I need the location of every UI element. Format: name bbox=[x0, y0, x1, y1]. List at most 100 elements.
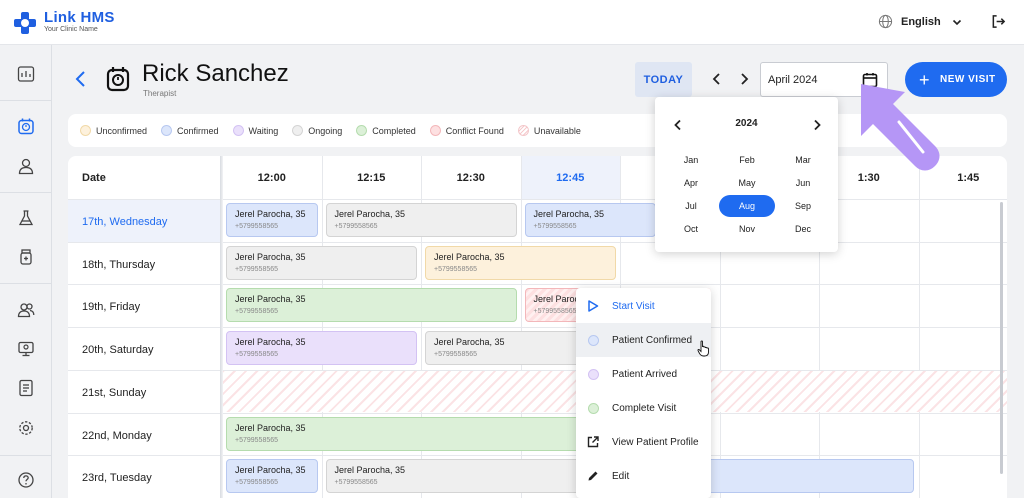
vertical-scrollbar[interactable] bbox=[1000, 202, 1003, 474]
legend-item: Ongoing bbox=[292, 125, 342, 136]
sidebar bbox=[0, 45, 52, 498]
context-menu-item[interactable]: Start Visit bbox=[576, 289, 711, 323]
next-period-button[interactable] bbox=[738, 72, 750, 91]
appointment-card[interactable]: Jerel Parocha, 35 +5799558565 bbox=[425, 245, 616, 280]
logo-cross-icon bbox=[14, 12, 36, 34]
month-date-value: April 2024 bbox=[768, 74, 818, 86]
appointment-patient-name: Jerel Parocha, 35 bbox=[235, 209, 306, 219]
context-menu-item[interactable]: Patient Arrived bbox=[576, 357, 711, 391]
language-selector[interactable]: English bbox=[878, 14, 971, 29]
previous-period-button[interactable] bbox=[711, 72, 723, 91]
month-option[interactable]: Jul bbox=[663, 195, 719, 217]
appointment-patient-name: Jerel Parocha, 35 bbox=[334, 465, 406, 476]
chevron-left-icon bbox=[712, 73, 720, 85]
time-column-header: 12:45 bbox=[556, 171, 585, 184]
month-option[interactable]: Mar bbox=[775, 149, 831, 171]
month-option[interactable]: Apr bbox=[663, 172, 719, 194]
date-row-label[interactable]: 19th, Friday bbox=[68, 284, 222, 327]
appointment-patient-name: Jerel Parocha, 35 bbox=[434, 251, 505, 262]
date-row-label[interactable]: 23rd, Tuesday bbox=[68, 455, 222, 498]
context-menu-item[interactable]: Patient Confirmed bbox=[576, 323, 711, 357]
date-row-label[interactable]: 18th, Thursday bbox=[68, 241, 222, 285]
appointment-card[interactable]: Jerel Parocha, 35 +5799558565 bbox=[524, 203, 656, 237]
legend-label: Unconfirmed bbox=[96, 125, 148, 136]
context-menu-item[interactable]: Edit bbox=[576, 459, 711, 493]
chevron-down-icon bbox=[952, 19, 961, 25]
sidebar-settings-icon[interactable] bbox=[16, 418, 36, 438]
legend-label: Conflict Found bbox=[445, 125, 504, 136]
appointment-phone: +5799558565 bbox=[235, 436, 279, 444]
appointment-context-menu: Start Visit Patient Confirmed Patient Arri… bbox=[576, 288, 711, 498]
legend-dot-icon bbox=[80, 125, 91, 136]
legend-item: Completed bbox=[356, 125, 416, 136]
sidebar-medicine-icon[interactable] bbox=[16, 247, 36, 267]
appointment-card[interactable]: Jerel Parocha, 35 +5799558565 bbox=[226, 331, 417, 366]
month-option[interactable]: Jun bbox=[775, 172, 831, 194]
appointment-patient-name: Jerel Parocha, 35 bbox=[235, 465, 306, 476]
date-row-label[interactable]: 22nd, Monday bbox=[68, 412, 222, 456]
context-menu-label: Patient Confirmed bbox=[612, 334, 693, 346]
appointment-card[interactable]: Jerel Parocha, 35 +5799558565 bbox=[325, 203, 517, 237]
legend-label: Confirmed bbox=[177, 125, 219, 136]
appointment-card[interactable]: Jerel Parocha, 35 +5799558565 bbox=[226, 203, 318, 237]
logout-icon bbox=[992, 15, 1006, 28]
appointment-card[interactable]: Jerel Parocha, 35 +5799558565 bbox=[226, 459, 318, 494]
legend-label: Completed bbox=[372, 125, 416, 136]
language-label: English bbox=[901, 15, 941, 28]
today-button[interactable]: TODAY bbox=[635, 62, 692, 97]
back-button[interactable] bbox=[73, 70, 89, 93]
month-option[interactable]: Sep bbox=[775, 195, 831, 217]
sidebar-help-icon[interactable] bbox=[16, 470, 36, 490]
schedule-icon bbox=[106, 66, 130, 97]
appointment-card[interactable]: Jerel Parocha, 35 +5799558565 bbox=[325, 459, 616, 494]
sidebar-lab-icon[interactable] bbox=[16, 208, 36, 228]
month-picker: 2024 Jan Feb Mar Apr May Jun Jul Aug Sep Oct Nov De… bbox=[655, 97, 838, 252]
date-row-label[interactable]: 17th, Wednesday bbox=[68, 199, 222, 242]
time-column-header: 12:15 bbox=[357, 171, 386, 184]
appointment-card[interactable]: Jerel Parocha, 35 +5799558565 bbox=[226, 245, 417, 280]
appointment-phone: +5799558565 bbox=[235, 308, 279, 316]
appointment-patient-name: Jerel Parocha, 35 bbox=[235, 294, 306, 305]
time-column-header: 12:30 bbox=[456, 171, 485, 184]
app-logo[interactable]: Link HMS Your Clinic Name bbox=[14, 9, 115, 34]
next-year-button[interactable] bbox=[812, 118, 822, 136]
month-option[interactable]: May bbox=[719, 172, 775, 194]
hand-cursor-icon bbox=[697, 340, 711, 362]
logout-button[interactable] bbox=[991, 14, 1006, 34]
sidebar-monitor-icon[interactable] bbox=[16, 339, 36, 359]
appointment-card[interactable]: Jerel Parocha, 35 +5799558565 bbox=[226, 416, 616, 451]
date-row-label[interactable]: 21st, Sunday bbox=[68, 369, 222, 413]
page-title: Rick Sanchez bbox=[142, 60, 289, 87]
appointment-phone: +5799558565 bbox=[235, 223, 279, 230]
context-menu-item[interactable]: Complete Visit bbox=[576, 391, 711, 425]
appointment-card[interactable]: Jerel Parocha, 35 +5799558565 bbox=[226, 288, 517, 323]
context-menu-item[interactable]: View Patient Profile bbox=[576, 425, 711, 459]
chevron-right-icon bbox=[814, 119, 821, 131]
sidebar-reports-icon[interactable] bbox=[16, 378, 36, 398]
sidebar-dashboard-icon[interactable] bbox=[16, 64, 36, 84]
month-option[interactable]: Dec bbox=[775, 218, 831, 240]
sidebar-user-icon[interactable] bbox=[16, 156, 36, 176]
sidebar-patients-icon[interactable] bbox=[16, 300, 36, 320]
legend-dot-icon bbox=[517, 125, 529, 136]
month-option[interactable]: Feb bbox=[719, 149, 775, 171]
appointment-phone: +5799558565 bbox=[334, 479, 378, 487]
context-menu-label: Complete Visit bbox=[612, 402, 677, 414]
legend-dot-icon bbox=[429, 125, 441, 136]
complete-dot-icon bbox=[587, 402, 599, 414]
sidebar-schedule-icon[interactable] bbox=[16, 116, 36, 136]
month-option[interactable]: Jan bbox=[663, 149, 719, 171]
legend-item: Unconfirmed bbox=[80, 125, 147, 136]
month-option[interactable]: Oct bbox=[663, 218, 719, 240]
date-row-label[interactable]: 20th, Saturday bbox=[68, 327, 222, 370]
month-option[interactable]: Nov bbox=[719, 218, 775, 240]
picker-year: 2024 bbox=[735, 118, 758, 129]
page-subtitle: Therapist bbox=[143, 89, 177, 98]
appointment-phone: +5799558565 bbox=[235, 479, 279, 487]
context-menu-label: Start Visit bbox=[612, 300, 655, 312]
appointment-phone: +5799558565 bbox=[533, 223, 577, 230]
month-option[interactable]: Aug bbox=[719, 195, 775, 217]
appointment-patient-name: Jerel Parocha, 35 bbox=[235, 422, 306, 433]
appointment-phone: +5799558565 bbox=[334, 223, 378, 230]
appointment-patient-name: Jerel Parocha, 35 bbox=[235, 337, 306, 348]
